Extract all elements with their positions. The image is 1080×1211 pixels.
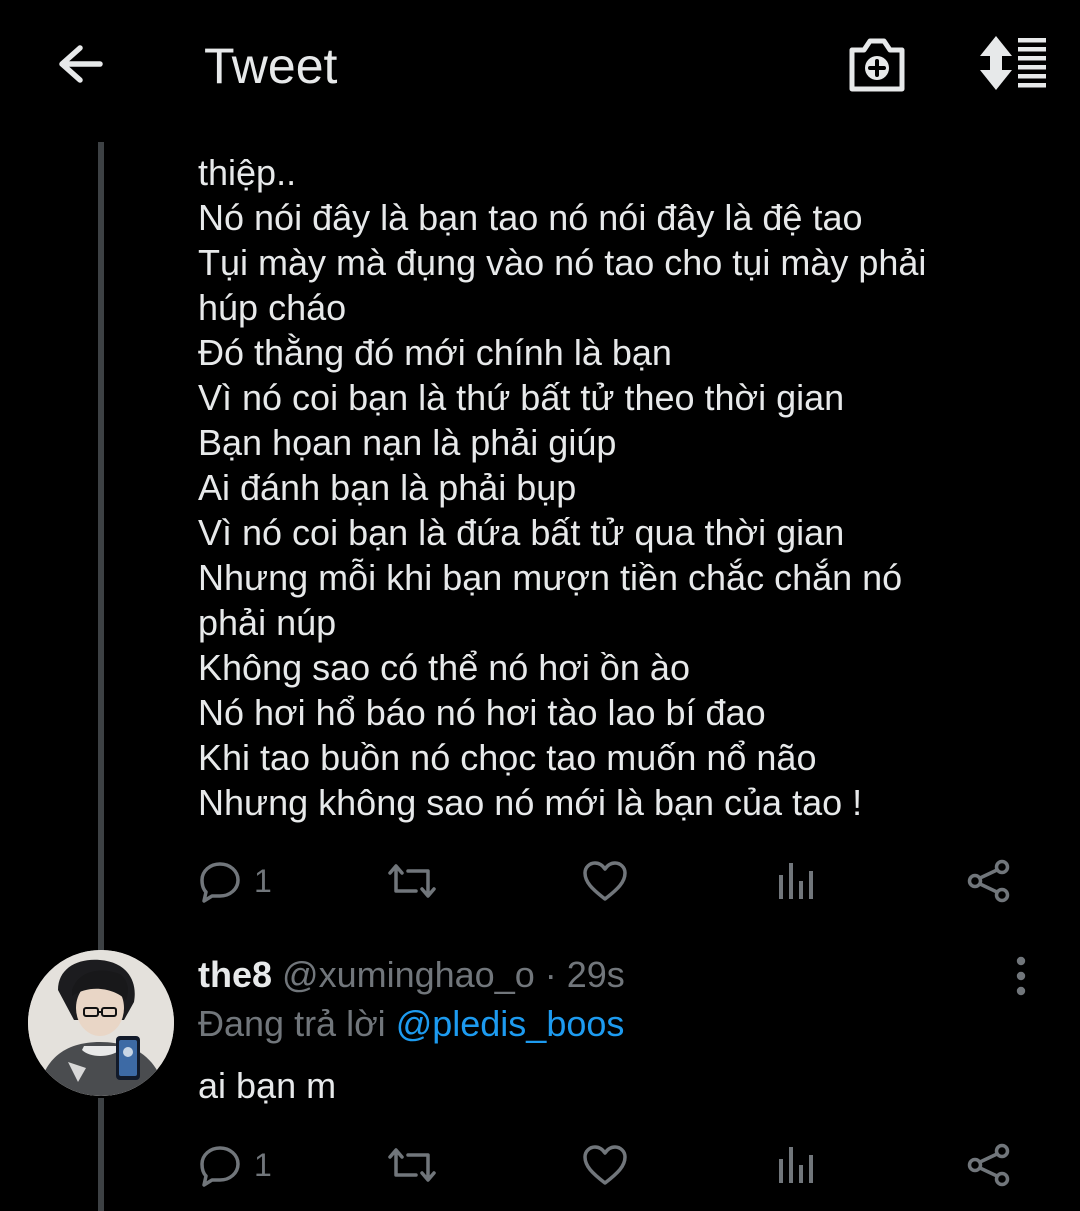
- tweet-line: Nhưng mỗi khi bạn mượn tiền chắc chắn nó: [198, 557, 903, 598]
- share-icon: [967, 1143, 1010, 1187]
- separator-dot: ·: [534, 954, 567, 995]
- tweet-line: Tụi mày mà đụng vào nó tao cho tụi mày p…: [198, 242, 927, 283]
- reply-actions: 1: [198, 1140, 1018, 1190]
- tweet-line: phải núp: [198, 602, 337, 643]
- reply-header: the8 @xuminghao_o · 29s: [198, 952, 625, 998]
- tweet-line: Bạn họan nạn là phải giúp: [198, 422, 617, 463]
- heart-icon: [583, 861, 627, 901]
- analytics-icon: [779, 863, 813, 899]
- page-title: Tweet: [204, 38, 338, 94]
- retweet-icon: [388, 1148, 436, 1182]
- reply-button[interactable]: 1: [198, 1140, 272, 1190]
- camera-button[interactable]: [846, 36, 908, 94]
- arrow-left-icon: [59, 45, 103, 83]
- thread-connector-line: [98, 1098, 104, 1211]
- camera-add-icon: [849, 38, 905, 92]
- header-divider-mask: [0, 118, 1080, 140]
- more-options-button[interactable]: [1004, 955, 1038, 999]
- tweet-line: húp cháo: [198, 287, 347, 328]
- views-button[interactable]: [776, 1140, 816, 1190]
- reply-count: 1: [254, 1146, 272, 1183]
- tweet-line: Khi tao buồn nó chọc tao muốn nổ não: [198, 737, 817, 778]
- share-button[interactable]: [966, 1140, 1012, 1190]
- reply-icon: [200, 1146, 240, 1187]
- retweet-icon: [388, 864, 436, 898]
- tweet-line: Vì nó coi bạn là thứ bất tử theo thời gi…: [198, 377, 845, 418]
- reply-icon: [200, 862, 240, 903]
- timestamp: 29s: [566, 954, 625, 995]
- top-app-bar: Tweet: [0, 0, 1080, 130]
- avatar[interactable]: [28, 950, 174, 1096]
- share-icon: [967, 859, 1010, 903]
- tweet-line: Nó nói đây là bạn tao nó nói đây là đệ t…: [198, 197, 863, 238]
- replying-to-line: Đang trả lời @pledis_boos: [198, 1000, 624, 1048]
- like-button[interactable]: [582, 1140, 628, 1190]
- replying-label: Đang trả lời: [198, 1003, 396, 1044]
- back-button[interactable]: [50, 36, 110, 96]
- tweet-body: thiệp.. Nó nói đây là bạn tao nó nói đây …: [198, 128, 1048, 825]
- share-button[interactable]: [966, 856, 1012, 906]
- tweet-line: thiệp..: [198, 152, 297, 193]
- display-name[interactable]: the8: [198, 954, 272, 995]
- sort-replies-icon: [980, 36, 1046, 90]
- tweet-line: Ai đánh bạn là phải bụp: [198, 467, 577, 508]
- profile-photo: [28, 950, 174, 1096]
- retweet-button[interactable]: [386, 1140, 438, 1190]
- tweet-line: Nhưng không sao nó mới là bạn của tao !: [198, 782, 863, 823]
- reply-count: 1: [254, 862, 272, 899]
- tweet-actions: 1: [198, 856, 1018, 906]
- tweet-line: Không sao có thể nó hơi ồn ào: [198, 647, 690, 688]
- tweet-line: Vì nó coi bạn là đứa bất tử qua thời gia…: [198, 512, 845, 553]
- tweet-line: Nó hơi hổ báo nó hơi tào lao bí đao: [198, 692, 766, 733]
- tweet-line: Đó thằng đó mới chính là bạn: [198, 332, 672, 373]
- thread-connector-line: [98, 142, 104, 952]
- user-handle[interactable]: @xuminghao_o: [282, 954, 535, 995]
- mention-link[interactable]: @pledis_boos: [396, 1003, 625, 1044]
- like-button[interactable]: [582, 856, 628, 906]
- retweet-button[interactable]: [386, 856, 438, 906]
- more-vertical-icon: [1016, 956, 1026, 996]
- views-button[interactable]: [776, 856, 816, 906]
- heart-icon: [583, 1145, 627, 1185]
- reply-body: ai bạn m: [198, 1065, 337, 1106]
- analytics-icon: [779, 1147, 813, 1183]
- reply-button[interactable]: 1: [198, 856, 272, 906]
- sort-replies-button[interactable]: [976, 34, 1050, 92]
